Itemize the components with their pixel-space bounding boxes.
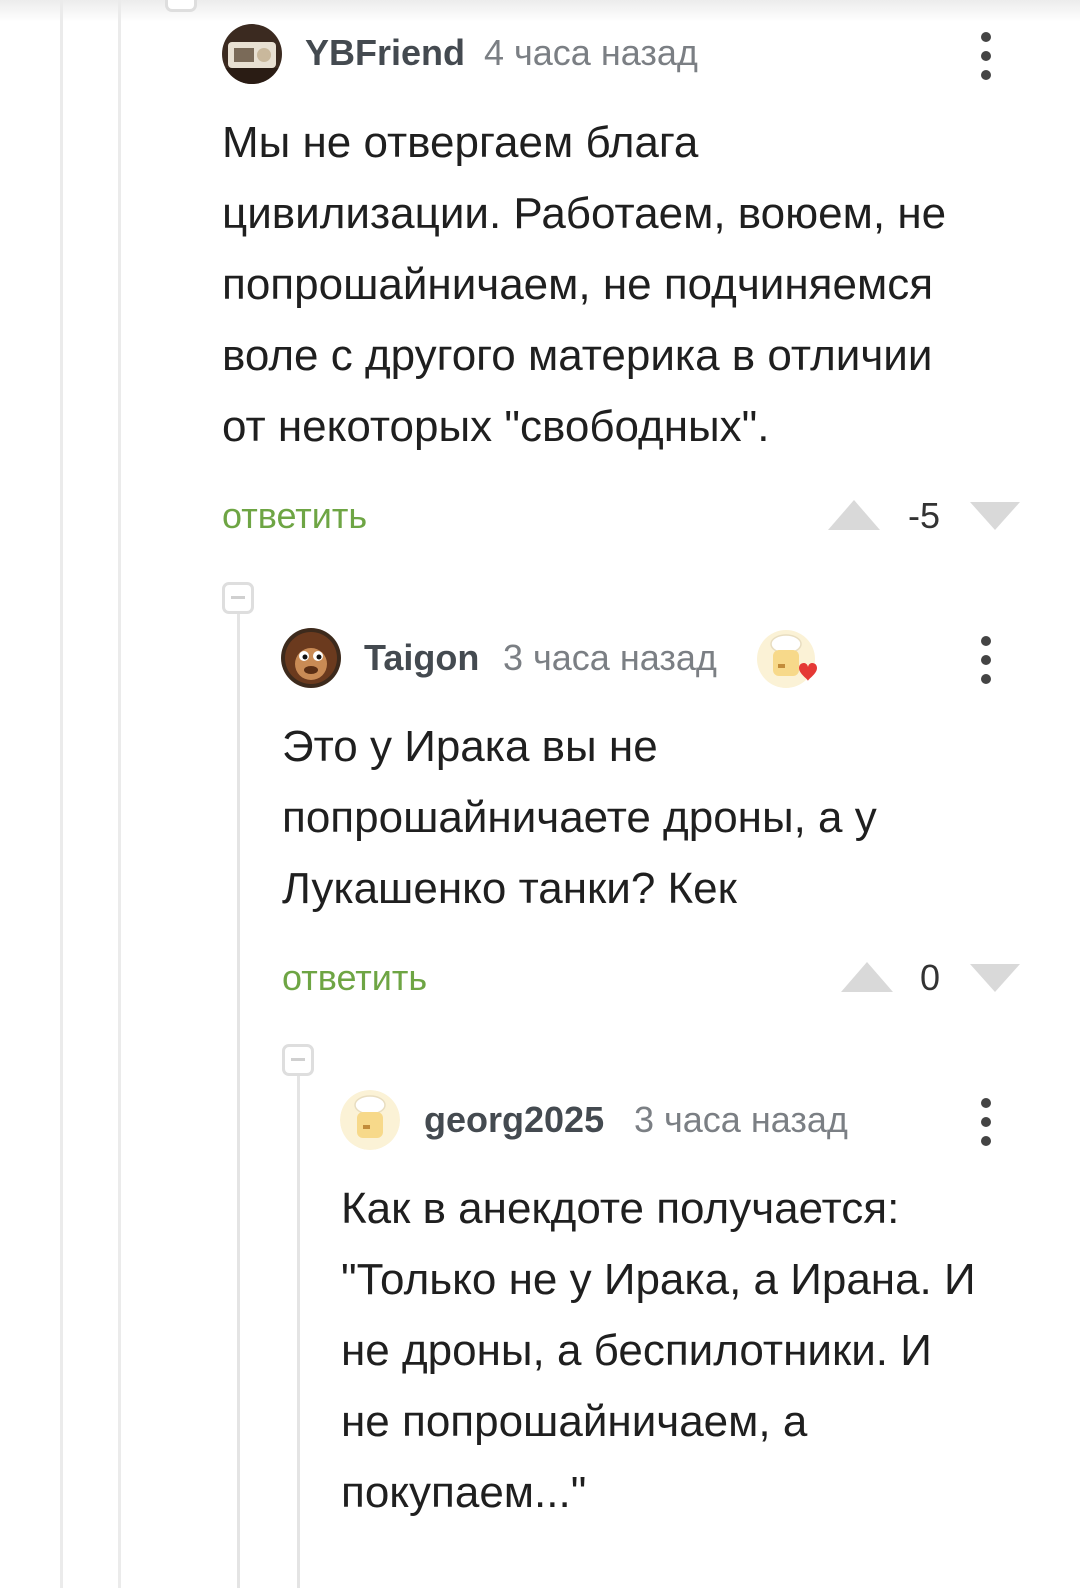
collapse-minus-icon[interactable] (282, 1044, 314, 1076)
chef-heart-badge-icon (757, 630, 817, 688)
text-line: не попрошайничаем, а (341, 1397, 808, 1446)
text-line: от некоторых "свободных". (222, 402, 770, 451)
arrow-up-icon[interactable] (839, 960, 895, 994)
arrow-down-icon[interactable] (968, 500, 1022, 532)
collapse-minus-icon[interactable] (222, 582, 254, 614)
avatar[interactable] (281, 628, 341, 688)
text-line: Как в анекдоте получается: (341, 1184, 900, 1233)
top-shadow (0, 0, 1080, 22)
arrow-up-icon[interactable] (826, 498, 882, 532)
comment-text: Мы не отвергаем блага цивилизации. Работ… (222, 107, 946, 462)
text-line: покупаем..." (341, 1468, 587, 1517)
comment-text: Как в анекдоте получается: "Только не у … (341, 1173, 976, 1528)
comment-text: Это у Ирака вы не попрошайничаете дроны,… (282, 711, 877, 924)
text-line: Мы не отвергаем блага (222, 118, 699, 167)
text-line: воле с другого материка в отличии (222, 331, 933, 380)
kebab-menu-icon[interactable] (976, 32, 996, 88)
avatar[interactable] (340, 1090, 400, 1150)
username[interactable]: Taigon (364, 637, 479, 679)
avatar[interactable] (222, 24, 282, 84)
text-line: цивилизации. Работаем, воюем, не (222, 189, 947, 238)
kebab-menu-icon[interactable] (976, 1098, 996, 1154)
thread-line-level2 (237, 614, 240, 1588)
text-line: Это у Ирака вы не (282, 722, 658, 771)
vote-score: -5 (907, 495, 940, 536)
text-line: попрошайничаете дроны, а у (282, 793, 877, 842)
kebab-menu-icon[interactable] (976, 636, 996, 692)
collapse-button-top[interactable] (165, 0, 197, 12)
thread-guide-outer (60, 0, 63, 1588)
reply-link[interactable]: ответить (282, 957, 427, 999)
reply-link[interactable]: ответить (222, 495, 367, 537)
timestamp[interactable]: 4 часа назад (484, 32, 698, 74)
thread-line-level3 (297, 1076, 300, 1588)
arrow-down-icon[interactable] (968, 962, 1022, 994)
username[interactable]: YBFriend (305, 32, 465, 74)
timestamp[interactable]: 3 часа назад (634, 1099, 848, 1141)
text-line: "Только не у Ирака, а Ирана. И (341, 1255, 976, 1304)
text-line: Лукашенко танки? Кек (282, 864, 737, 913)
vote-score: 0 (919, 957, 941, 998)
username[interactable]: georg2025 (424, 1099, 604, 1141)
text-line: не дроны, а беспилотники. И (341, 1326, 932, 1375)
timestamp[interactable]: 3 часа назад (503, 637, 717, 679)
text-line: попрошайничаем, не подчиняемся (222, 260, 934, 309)
thread-guide-level1 (118, 0, 121, 1588)
